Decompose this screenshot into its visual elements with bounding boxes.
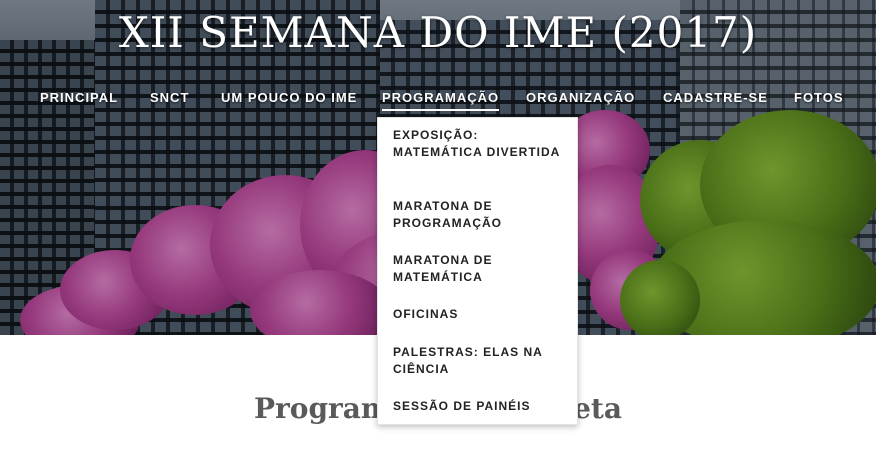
programacao-dropdown-menu: EXPOSIÇÃO: MATEMÁTICA DIVERTIDA MARATONA… [377,117,578,425]
nav-item-organizacao[interactable]: ORGANIZAÇÃO [526,90,635,105]
dropdown-item-maratona-matematica[interactable]: MARATONA DE MATEMÁTICA [393,252,563,286]
dropdown-item-sessao-paineis[interactable]: SESSÃO DE PAINÉIS [393,398,563,415]
dropdown-item-oficinas[interactable]: OFICINAS [393,306,563,323]
nav-item-um-pouco-do-ime[interactable]: UM POUCO DO IME [221,90,357,105]
dropdown-item-maratona-programacao[interactable]: MARATONA DE PROGRAMAÇÃO [393,198,563,232]
site-title[interactable]: XII SEMANA DO IME (2017) [0,8,876,57]
nav-item-fotos[interactable]: FOTOS [794,90,844,105]
nav-item-snct[interactable]: SNCT [150,90,189,105]
dropdown-item-exposicao[interactable]: EXPOSIÇÃO: MATEMÁTICA DIVERTIDA [393,127,563,161]
nav-item-principal[interactable]: PRINCIPAL [40,90,118,105]
nav-item-programacao[interactable]: PROGRAMAÇÃO [382,90,500,111]
dropdown-item-palestras[interactable]: PALESTRAS: ELAS NA CIÊNCIA [393,344,563,378]
main-navigation: PRINCIPAL SNCT UM POUCO DO IME PROGRAMAÇ… [0,90,876,111]
nav-item-cadastre-se[interactable]: CADASTRE-SE [663,90,768,105]
